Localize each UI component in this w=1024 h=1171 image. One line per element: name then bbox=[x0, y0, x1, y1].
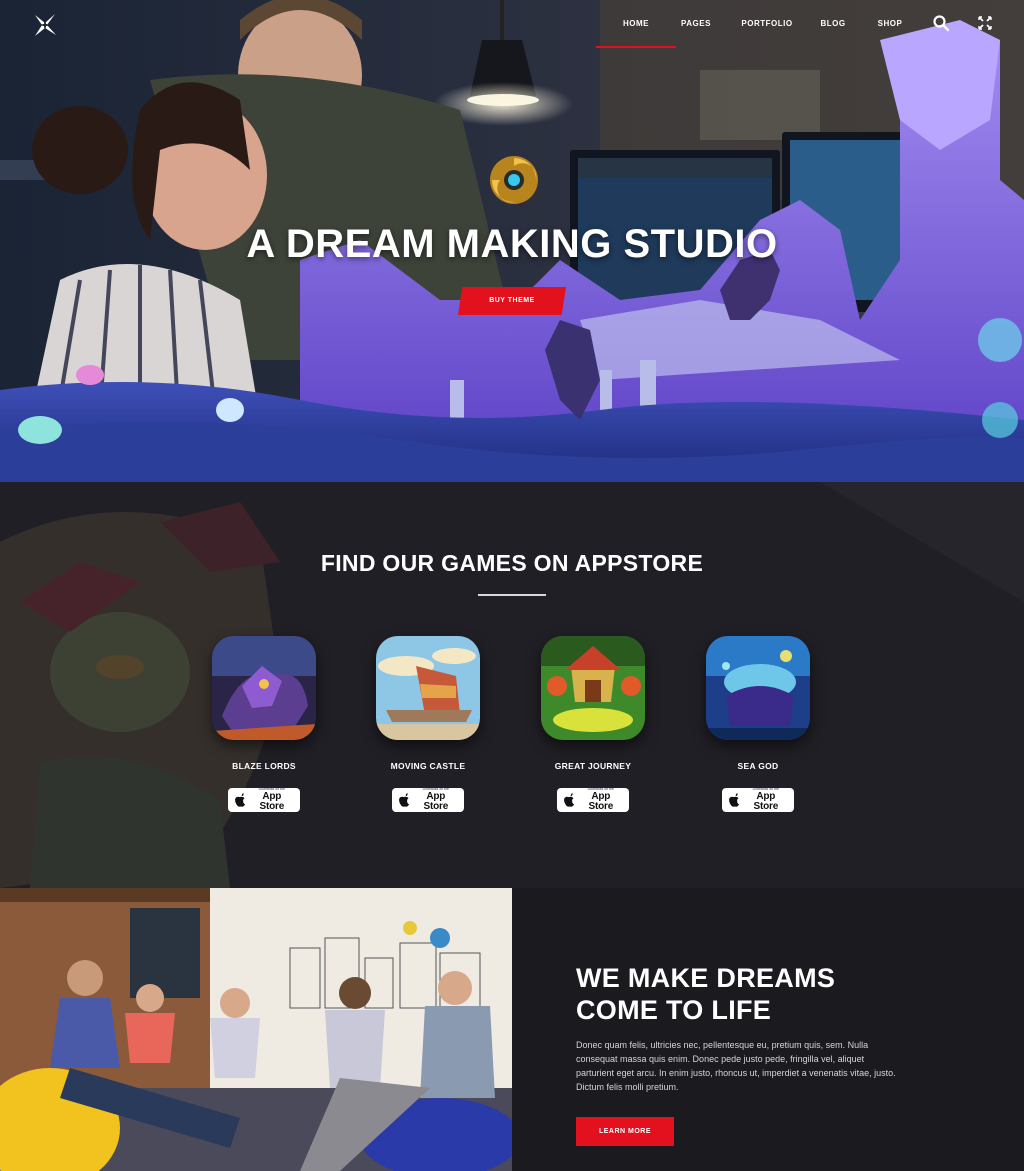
games-section-title: FIND OUR GAMES ON APPSTORE bbox=[320, 550, 704, 576]
close-icon[interactable] bbox=[976, 14, 994, 32]
menu-item-pages[interactable]: PAGES bbox=[664, 18, 728, 48]
about-title-line-2: COME TO LIFE bbox=[576, 995, 772, 1025]
star-x-logo-icon[interactable] bbox=[32, 12, 58, 38]
menu-item-portfolio[interactable]: PORTFOLIO bbox=[728, 18, 806, 48]
game-name: GREAT JOURNEY bbox=[554, 761, 632, 771]
game-card: BLAZE LORDS Download on the App Store bbox=[204, 636, 324, 812]
game-card: SEA GOD Download on the App Store bbox=[698, 636, 818, 812]
buy-theme-button[interactable]: BUY THEME bbox=[458, 287, 566, 315]
hero-title: A DREAM MAKING STUDIO bbox=[246, 222, 778, 266]
about-title: WE MAKE DREAMS COME TO LIFE bbox=[576, 962, 876, 1026]
menu-item-home[interactable]: HOME bbox=[596, 18, 676, 48]
main-menu: HOME PAGES PORTFOLIO BLOG SHOP bbox=[596, 18, 920, 48]
game-name: BLAZE LORDS bbox=[232, 761, 296, 771]
about-title-line-1: WE MAKE DREAMS bbox=[576, 963, 836, 993]
dragon-background-art bbox=[0, 482, 1024, 888]
learn-more-button[interactable]: LEARN MORE bbox=[576, 1117, 674, 1146]
game-name: SEA GOD bbox=[737, 761, 779, 771]
app-store-badge[interactable]: Download on the App Store bbox=[392, 788, 464, 812]
apple-icon bbox=[564, 793, 575, 807]
store-big-text: App Store bbox=[588, 790, 614, 812]
about-section: WE MAKE DREAMS COME TO LIFE Donec quam f… bbox=[0, 888, 1024, 1171]
app-store-badge[interactable]: Download on the App Store bbox=[228, 788, 300, 812]
menu-item-blog[interactable]: BLOG bbox=[806, 18, 860, 48]
team-photo bbox=[0, 888, 512, 1171]
store-big-text: App Store bbox=[753, 790, 779, 812]
hero-section: HOME PAGES PORTFOLIO BLOG SHOP A DREAM M bbox=[0, 0, 1024, 482]
store-big-text: App Store bbox=[259, 790, 285, 812]
game-card: GREAT JOURNEY Download on the App Store bbox=[533, 636, 653, 812]
sea-god-game-icon[interactable] bbox=[706, 636, 810, 740]
apple-icon bbox=[235, 793, 246, 807]
blaze-lords-game-icon[interactable] bbox=[212, 636, 316, 740]
page: HOME PAGES PORTFOLIO BLOG SHOP A DREAM M bbox=[0, 0, 1024, 1171]
apple-icon bbox=[729, 793, 740, 807]
menu-item-shop[interactable]: SHOP bbox=[860, 18, 920, 48]
app-store-badge[interactable]: Download on the App Store bbox=[557, 788, 629, 812]
golden-swirl-emblem-icon bbox=[490, 156, 538, 204]
title-divider bbox=[478, 594, 546, 596]
app-store-badge[interactable]: Download on the App Store bbox=[722, 788, 794, 812]
game-name: MOVING CASTLE bbox=[390, 761, 466, 771]
search-icon[interactable] bbox=[932, 14, 950, 32]
great-journey-game-icon[interactable] bbox=[541, 636, 645, 740]
appstore-games-section: FIND OUR GAMES ON APPSTORE BLAZE LORDS D… bbox=[0, 482, 1024, 888]
about-body-text: Donec quam felis, ultricies nec, pellent… bbox=[576, 1040, 896, 1092]
store-big-text: App Store bbox=[423, 790, 449, 812]
apple-icon bbox=[399, 793, 410, 807]
game-card: MOVING CASTLE Download on the App Store bbox=[368, 636, 488, 812]
moving-castle-game-icon[interactable] bbox=[376, 636, 480, 740]
top-navigation: HOME PAGES PORTFOLIO BLOG SHOP bbox=[0, 0, 1024, 48]
